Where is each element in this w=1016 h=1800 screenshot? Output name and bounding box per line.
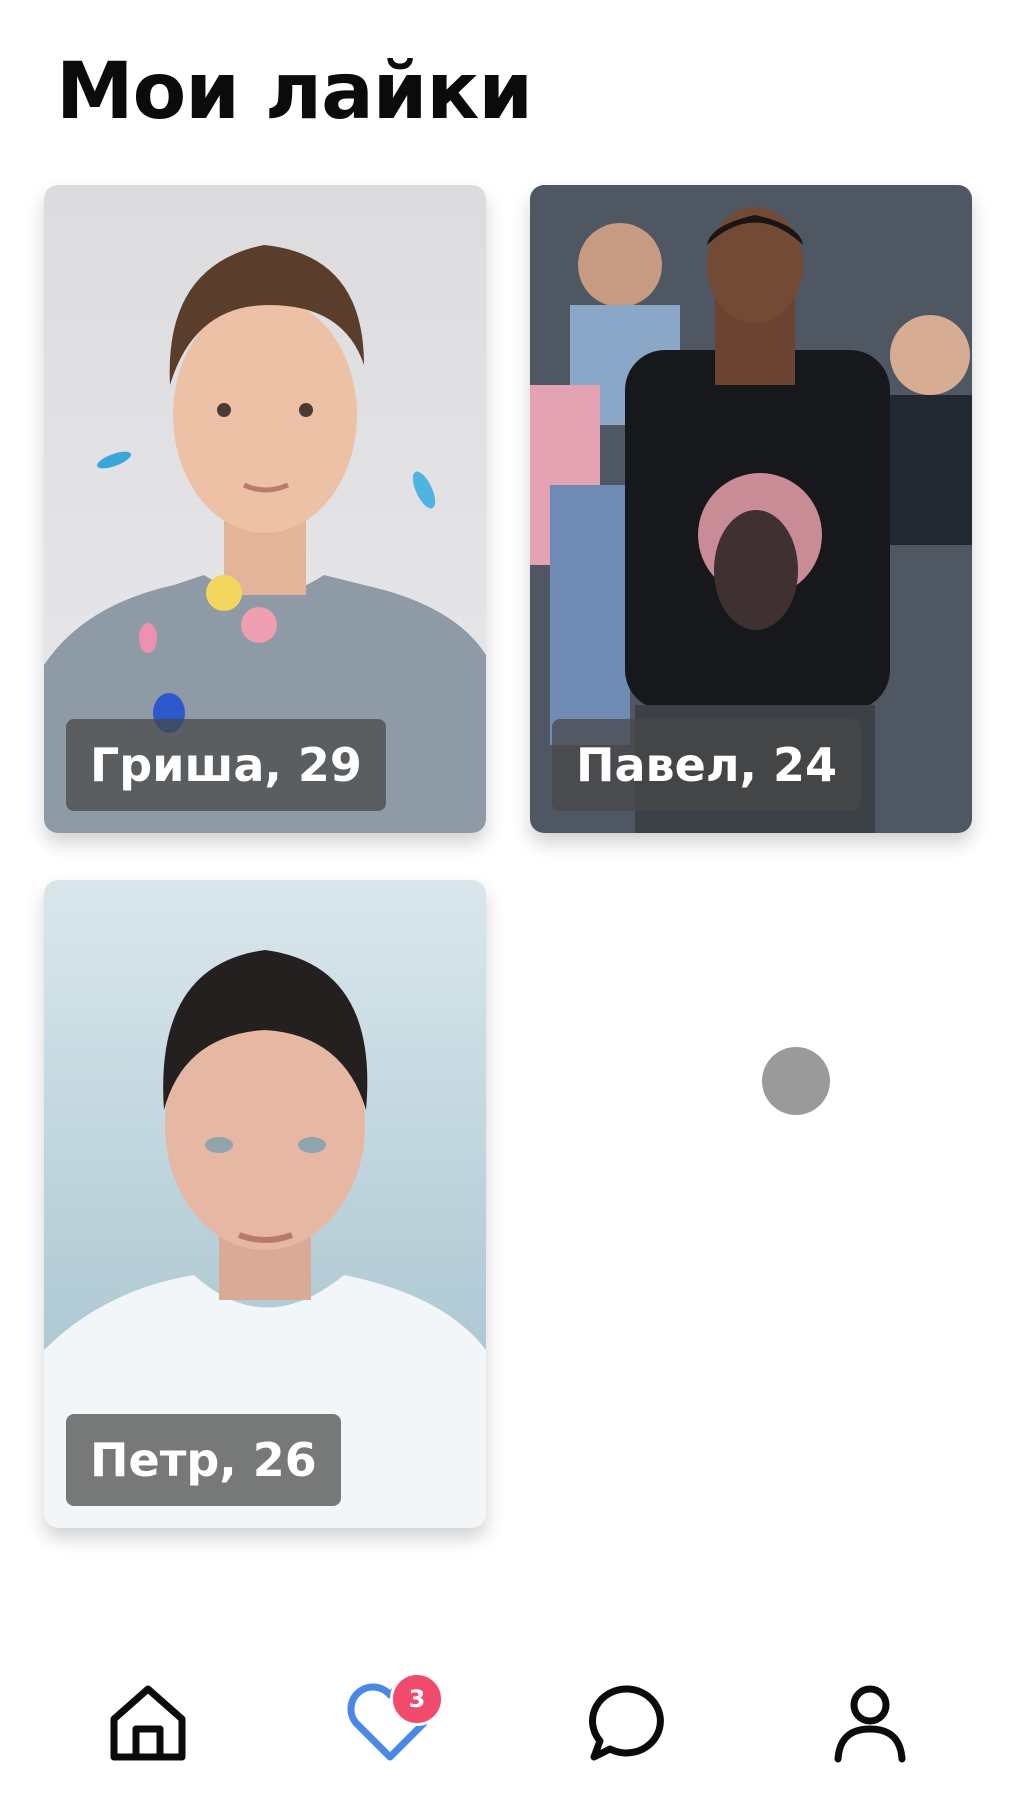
page-title: Мои лайки — [56, 47, 533, 137]
nav-home[interactable] — [88, 1668, 208, 1778]
like-card-grisha[interactable]: Гриша, 29 — [44, 185, 486, 833]
touch-indicator — [762, 1047, 830, 1115]
home-icon — [110, 1685, 186, 1761]
like-card-name-age: Гриша, 29 — [66, 719, 386, 811]
nav-profile[interactable] — [810, 1668, 930, 1778]
like-card-name-age: Петр, 26 — [66, 1414, 341, 1506]
like-card-name-age: Павел, 24 — [552, 719, 862, 811]
like-card-petr[interactable]: Петр, 26 — [44, 880, 486, 1528]
nav-likes[interactable]: 3 — [330, 1668, 450, 1778]
likes-count-badge: 3 — [390, 1672, 444, 1726]
bottom-nav: 3 — [0, 1650, 1016, 1800]
like-card-pavel[interactable]: Павел, 24 — [530, 185, 972, 833]
chat-icon — [589, 1685, 664, 1761]
profile-icon — [834, 1685, 906, 1763]
nav-chat[interactable] — [568, 1668, 688, 1778]
